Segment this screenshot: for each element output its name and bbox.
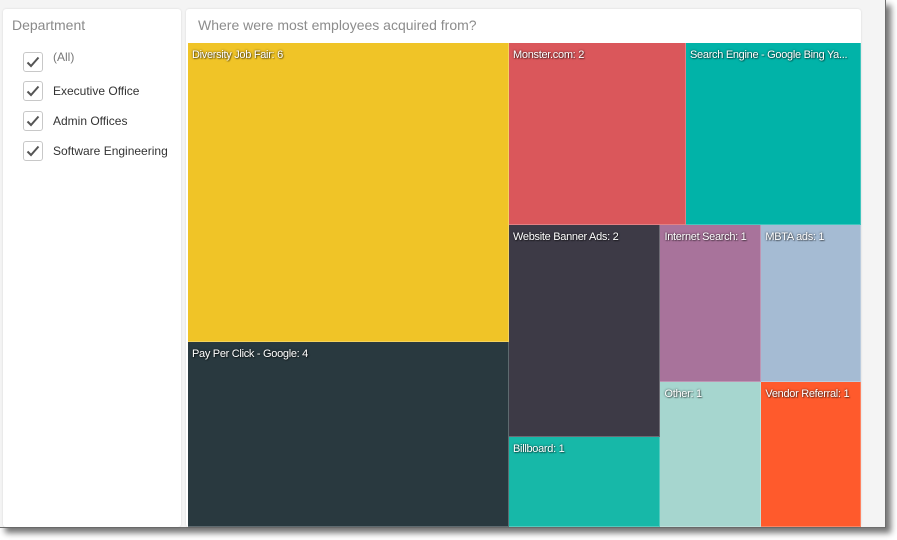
checkbox[interactable] — [23, 52, 43, 72]
checkbox[interactable] — [23, 111, 43, 131]
tile-data-label: Website Banner Ads: 2 — [513, 230, 619, 243]
slicer-item-label: Software Engineering — [53, 144, 168, 158]
treemap-visual: Where were most employees acquired from?… — [186, 9, 861, 527]
treemap-tile-pay-per-click-google[interactable]: Pay Per Click - Google: 4 — [188, 342, 510, 527]
visual-title: Where were most employees acquired from? — [198, 17, 477, 33]
tile-data-label: Pay Per Click - Google: 4 — [192, 348, 308, 361]
checkmark-icon — [26, 85, 40, 97]
treemap-tile-other[interactable]: Other: 1 — [660, 381, 762, 527]
slicer-item-label: Admin Offices — [53, 114, 128, 128]
treemap-tile-website-banner-ads[interactable]: Website Banner Ads: 2 — [509, 224, 661, 438]
slicer-item-software-engineering[interactable]: Software Engineering — [23, 141, 168, 165]
treemap-tile-diversity-job-fair[interactable]: Diversity Job Fair: 6 — [188, 43, 510, 343]
slicer-item-all[interactable]: (All) — [23, 50, 75, 76]
checkbox[interactable] — [23, 81, 43, 101]
tile-data-label: Vendor Referral: 1 — [765, 387, 850, 400]
tile-data-label: Billboard: 1 — [513, 443, 565, 456]
treemap-tile-billboard[interactable]: Billboard: 1 — [509, 437, 661, 527]
checkmark-icon — [26, 56, 40, 68]
checkbox[interactable] — [23, 141, 43, 161]
tile-data-label: Internet Search: 1 — [664, 230, 747, 243]
slicer-item-executive-office[interactable]: Executive Office — [23, 81, 139, 105]
department-slicer: Department (All) Executive Office Admin … — [3, 9, 181, 527]
tile-data-label: Monster.com: 2 — [513, 49, 585, 61]
treemap-tile-internet-search[interactable]: Internet Search: 1 — [660, 224, 762, 382]
treemap-tile-search-engine-google-bing-yahoo[interactable]: Search Engine - Google Bing Ya... — [686, 43, 861, 225]
slicer-title: Department — [12, 17, 86, 33]
checkmark-icon — [26, 145, 40, 157]
treemap-tile-vendor-referral[interactable]: Vendor Referral: 1 — [761, 381, 861, 527]
slicer-item-label: Executive Office — [53, 84, 140, 98]
checkmark-icon — [26, 115, 40, 127]
slicer-item-label: (All) — [53, 50, 75, 64]
tile-data-label: Diversity Job Fair: 6 — [192, 49, 283, 61]
tile-data-label: MBTA ads: 1 — [765, 230, 825, 243]
slicer-item-admin-offices[interactable]: Admin Offices — [23, 111, 127, 135]
report-canvas: Department (All) Executive Office Admin … — [0, 0, 886, 528]
treemap-chart: Diversity Job Fair: 6 Pay Per Click - Goo… — [188, 43, 861, 527]
tile-data-label: Search Engine - Google Bing Ya... — [690, 49, 848, 61]
treemap-tile-mbta-ads[interactable]: MBTA ads: 1 — [761, 224, 861, 382]
tile-data-label: Other: 1 — [664, 387, 702, 400]
treemap-tile-monster-com[interactable]: Monster.com: 2 — [509, 43, 686, 225]
